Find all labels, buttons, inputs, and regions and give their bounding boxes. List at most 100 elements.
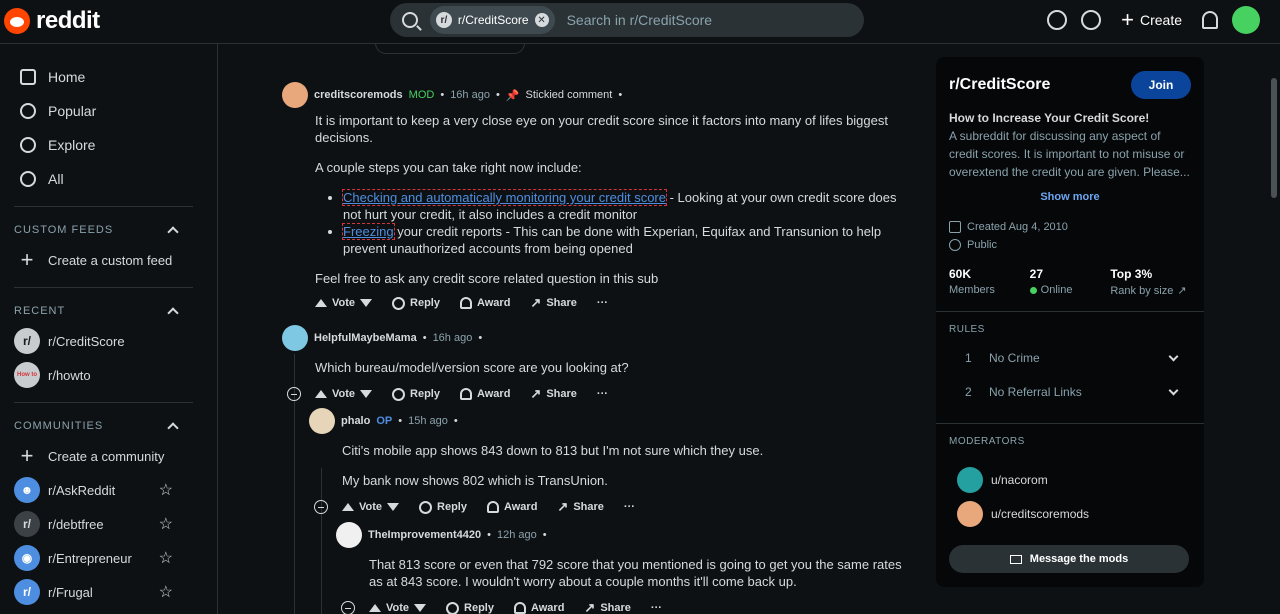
rank-stat[interactable]: Top 3% Rank by size ↗: [1110, 267, 1191, 297]
star-icon[interactable]: ☆: [159, 514, 173, 534]
advertise-icon[interactable]: [1047, 10, 1068, 30]
create-custom-feed[interactable]: + Create a custom feed: [0, 243, 217, 277]
communities-header[interactable]: COMMUNITIES: [0, 413, 217, 439]
op-badge: OP: [376, 415, 393, 427]
downvote-icon[interactable]: [360, 299, 373, 307]
comment-author[interactable]: HelpfulMaybeMama: [314, 332, 417, 344]
page-scrollbar[interactable]: [1268, 44, 1280, 614]
freezing-link[interactable]: Freezing: [342, 223, 395, 240]
user-avatar[interactable]: [1232, 6, 1260, 34]
more-options-button[interactable]: ···: [597, 297, 608, 309]
nav-popular[interactable]: Popular: [0, 94, 217, 128]
comment-author[interactable]: phalo: [341, 415, 370, 427]
more-options-button[interactable]: ···: [651, 602, 662, 614]
search-scope-chip[interactable]: r/ r/CreditScore ✕: [429, 6, 555, 34]
row-label: r/howto: [48, 367, 91, 383]
upvote-icon[interactable]: [369, 604, 381, 612]
collapse-icon[interactable]: [287, 387, 301, 401]
downvote-icon[interactable]: [414, 604, 427, 612]
share-button[interactable]: ↗ Share: [530, 295, 576, 311]
reply-button[interactable]: Reply: [392, 387, 440, 401]
collapse-icon[interactable]: [314, 500, 328, 514]
comment-paragraph: Feel free to ask any credit score relate…: [315, 271, 659, 286]
monitoring-link[interactable]: Checking and automatically monitoring yo…: [342, 189, 667, 206]
community-item-frugal[interactable]: r/r/Frugal ☆: [0, 575, 217, 609]
comment-time[interactable]: 15h ago: [408, 415, 448, 427]
avatar[interactable]: [336, 522, 362, 548]
create-button[interactable]: + Create: [1115, 7, 1188, 32]
share-button[interactable]: ↗ Share: [557, 499, 603, 515]
more-options-button[interactable]: ···: [597, 388, 608, 400]
nav-label: Home: [48, 69, 86, 85]
chip-label: r/CreditScore: [457, 13, 529, 27]
reply-button[interactable]: Reply: [419, 500, 467, 514]
collapse-icon[interactable]: [341, 601, 355, 614]
close-icon[interactable]: ✕: [534, 13, 549, 27]
comment-time[interactable]: 12h ago: [497, 529, 537, 541]
search-input[interactable]: [566, 12, 864, 28]
nav-all[interactable]: All: [0, 162, 217, 196]
community-item-askreddit[interactable]: ☻ r/AskReddit ☆: [0, 473, 217, 507]
upvote-icon[interactable]: [315, 299, 327, 307]
avatar[interactable]: [282, 325, 308, 351]
moderator-item[interactable]: u/nacorom: [949, 463, 1191, 497]
upvote-icon[interactable]: [342, 503, 354, 511]
chat-icon[interactable]: [1081, 10, 1102, 30]
award-icon: [487, 501, 499, 513]
reply-button[interactable]: Reply: [446, 601, 494, 614]
share-icon: ↗: [557, 499, 569, 514]
community-header: r/CreditScore Join: [949, 71, 1191, 99]
star-icon[interactable]: ☆: [159, 548, 173, 568]
comment-author[interactable]: TheImprovement4420: [368, 529, 481, 541]
award-button[interactable]: Award: [487, 501, 537, 513]
nav-home[interactable]: Home: [0, 60, 217, 94]
comment-time[interactable]: 16h ago: [433, 332, 473, 344]
community-item-debtfree[interactable]: r/r/debtfree ☆: [0, 507, 217, 541]
rule-item[interactable]: 2 No Referral Links: [949, 375, 1191, 409]
award-button[interactable]: Award: [460, 388, 510, 400]
moderator-item[interactable]: u/creditscoremods: [949, 497, 1191, 531]
community-title[interactable]: r/CreditScore: [949, 76, 1050, 94]
separator-dot: •: [478, 332, 483, 344]
star-icon[interactable]: ☆: [159, 480, 173, 500]
reply-button[interactable]: Reply: [392, 296, 440, 310]
custom-feeds-header[interactable]: CUSTOM FEEDS: [0, 217, 217, 243]
award-button[interactable]: Award: [460, 297, 510, 309]
community-item-entrepreneur[interactable]: ◉ r/Entrepreneur ☆: [0, 541, 217, 575]
join-button[interactable]: Join: [1131, 71, 1191, 99]
downvote-icon[interactable]: [360, 390, 373, 398]
more-options-button[interactable]: ···: [624, 501, 635, 513]
scroll-thumb[interactable]: [1271, 78, 1277, 198]
notification-bell-icon[interactable]: [1202, 11, 1218, 29]
comment-paragraph: My bank now shows 802 which is TransUnio…: [342, 473, 608, 488]
search-bar[interactable]: r/ r/CreditScore ✕: [390, 3, 864, 37]
community-description: A subreddit for discussing any aspect of…: [949, 129, 1190, 179]
reddit-logo[interactable]: reddit: [4, 7, 100, 35]
avatar[interactable]: [282, 82, 308, 108]
recent-item-creditscore[interactable]: r/r/CreditScore: [0, 324, 217, 358]
award-label: Award: [477, 297, 511, 309]
nav-explore[interactable]: Explore: [0, 128, 217, 162]
sort-pill[interactable]: [375, 44, 525, 54]
rule-item[interactable]: 1 No Crime: [949, 341, 1191, 375]
avatar[interactable]: [309, 408, 335, 434]
plus-icon: +: [1121, 7, 1134, 32]
comment-time[interactable]: 16h ago: [450, 89, 490, 101]
comment-author[interactable]: creditscoremods: [314, 89, 403, 101]
create-community[interactable]: + Create a community: [0, 439, 217, 473]
star-icon[interactable]: ☆: [159, 582, 173, 602]
downvote-icon[interactable]: [387, 503, 400, 511]
recent-item-howto[interactable]: How to r/howto: [0, 358, 217, 392]
upvote-icon[interactable]: [315, 390, 327, 398]
chevron-up-icon: [167, 307, 179, 319]
recent-header[interactable]: RECENT: [0, 298, 217, 324]
stat-label-text: Members: [949, 284, 995, 296]
rule-number: 1: [965, 351, 972, 365]
show-more-button[interactable]: Show more: [949, 191, 1191, 203]
avatar: [957, 467, 983, 493]
award-button[interactable]: Award: [514, 602, 564, 614]
divider: [14, 206, 193, 207]
share-button[interactable]: ↗ Share: [584, 600, 630, 614]
share-button[interactable]: ↗ Share: [530, 386, 576, 402]
message-mods-button[interactable]: Message the mods: [949, 545, 1189, 573]
